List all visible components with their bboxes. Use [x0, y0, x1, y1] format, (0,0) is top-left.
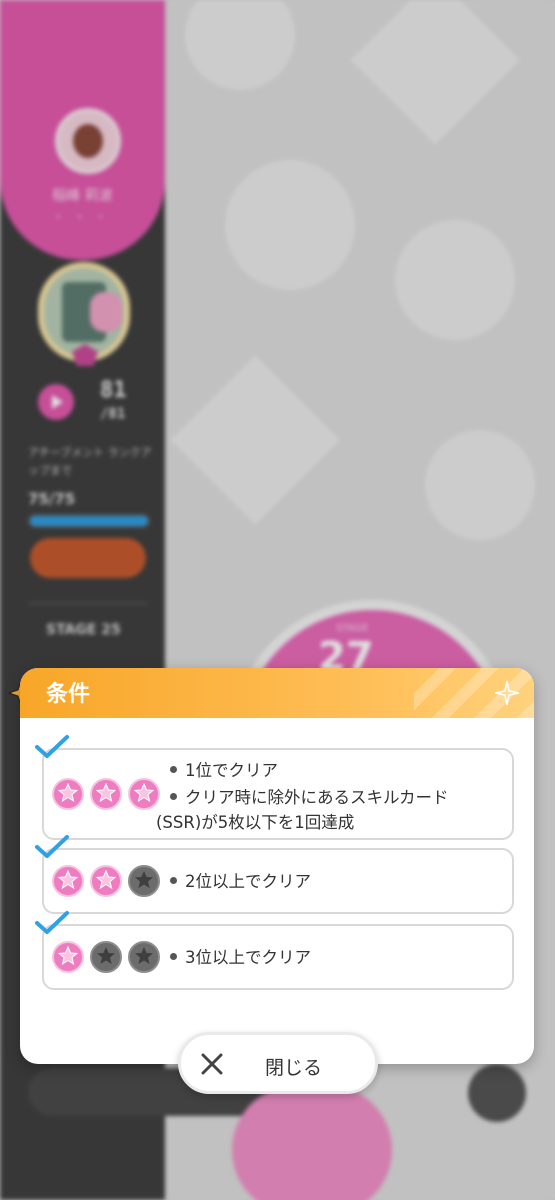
sparkle-decoration-icon	[494, 680, 520, 706]
dialog-title: 条件	[46, 682, 91, 707]
star-rating	[52, 865, 160, 897]
star-filled-icon	[52, 941, 84, 973]
condition-card: 1位でクリア クリア時に除外にあるスキルカード (SSR)が5枚以下を1回達成	[35, 735, 514, 840]
star-empty-icon	[90, 941, 122, 973]
condition-text: 3位以上でクリア	[170, 945, 311, 970]
condition-line: 2位以上でクリア	[185, 872, 311, 891]
star-filled-icon	[128, 778, 160, 810]
star-filled-icon	[90, 778, 122, 810]
condition-line: クリア時に除外にあるスキルカード	[185, 788, 449, 807]
condition-card: 3位以上でクリア	[35, 911, 514, 990]
star-rating	[52, 941, 160, 973]
star-filled-icon	[52, 778, 84, 810]
star-filled-icon	[90, 865, 122, 897]
close-button-label: 閉じる	[265, 1057, 323, 1079]
dialog-header: 条件	[20, 668, 534, 718]
conditions-dialog: 条件 1位でクリア クリア時に除外にあるスキルカード (SSR)が5枚以下を1回…	[20, 668, 534, 1064]
star-empty-icon	[128, 941, 160, 973]
star-rating	[52, 778, 160, 810]
condition-line: 3位以上でクリア	[185, 948, 311, 967]
star-empty-icon	[128, 865, 160, 897]
check-icon	[35, 911, 69, 934]
condition-line: 1位でクリア	[185, 761, 278, 780]
star-filled-icon	[52, 865, 84, 897]
check-icon	[35, 735, 69, 758]
close-button[interactable]: 閉じる	[178, 1032, 378, 1094]
close-icon	[201, 1053, 223, 1075]
condition-card: 2位以上でクリア	[35, 835, 514, 914]
check-icon	[35, 835, 69, 858]
condition-text: 1位でクリア クリア時に除外にあるスキルカード (SSR)が5枚以下を1回達成	[156, 758, 449, 835]
condition-text: 2位以上でクリア	[170, 869, 311, 894]
condition-line: (SSR)が5枚以下を1回達成	[156, 813, 355, 832]
